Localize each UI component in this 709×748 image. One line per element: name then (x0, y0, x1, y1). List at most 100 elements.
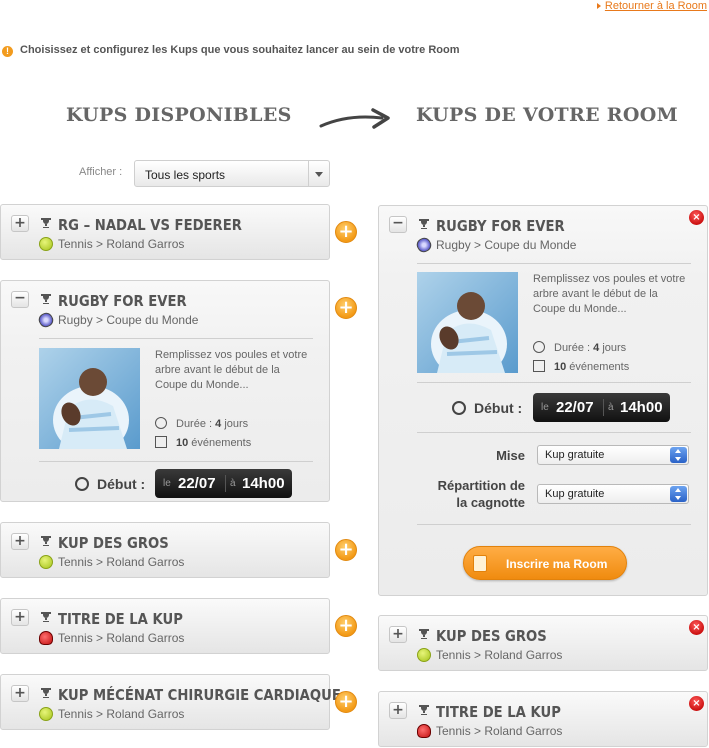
kup-title: RG – NADAL VS FEDERER (58, 216, 242, 234)
kup-title: KUP MÉCÉNAT CHIRURGIE CARDIAQUE (58, 686, 341, 704)
expand-button[interactable]: + (389, 702, 407, 719)
info-icon: ! (2, 46, 13, 57)
kup-events: 10 événements (155, 436, 251, 449)
kup-title: KUP DES GROS (58, 534, 169, 552)
available-kup-item[interactable]: + KUP MÉCÉNAT CHIRURGIE CARDIAQUE Tennis… (0, 674, 341, 730)
repartition-label: Répartition de la cagnotte (437, 478, 525, 510)
remove-kup-button[interactable]: × (689, 210, 704, 225)
available-kup-item[interactable]: + TITRE DE LA KUP Tennis > Roland Garros (0, 598, 330, 654)
tennis-ball-icon (39, 707, 53, 721)
room-kups-title: KUPS DE VOTRE ROOM (416, 104, 678, 126)
trophy-icon (41, 612, 51, 622)
play-icon (533, 360, 545, 372)
info-message: ! Choisissez et configurez les Kups que v… (2, 44, 460, 57)
kup-sport: Tennis > Roland Garros (39, 631, 184, 645)
available-kup-item[interactable]: + KUP DES GROS Tennis > Roland Garros (0, 522, 330, 578)
mise-select[interactable]: Kup gratuite (537, 445, 689, 465)
play-icon (155, 436, 167, 448)
tennis-ball-icon (417, 648, 431, 662)
room-kup-item[interactable]: + TITRE DE LA KUP Tennis > Roland Garros… (378, 691, 708, 747)
clock-icon (533, 341, 545, 353)
tennis-ball-icon (39, 555, 53, 569)
kup-title: TITRE DE LA KUP (436, 703, 561, 721)
kup-title: RUGBY FOR EVER (58, 292, 187, 310)
form-icon (473, 555, 487, 572)
filter-label: Afficher : (79, 166, 123, 178)
stopwatch-icon (452, 401, 466, 415)
kup-duration: Durée : 4 jours (155, 417, 248, 430)
start-date-display: le 22/07 à 14h00 (155, 469, 292, 498)
kup-sport: Rugby > Coupe du Monde (36, 310, 198, 330)
mise-label: Mise (496, 448, 525, 463)
select-arrows-icon (670, 447, 687, 463)
helmet-icon (417, 724, 431, 738)
room-kup-item-expanded: − RUGBY FOR EVER Rugby > Coupe du Monde … (378, 205, 708, 596)
start-label: Début : (452, 400, 522, 416)
kup-description: Remplissez vos poules et votre arbre ava… (155, 349, 308, 391)
trophy-icon (419, 705, 429, 715)
kup-title: TITRE DE LA KUP (58, 610, 183, 628)
available-kup-item[interactable]: + RG – NADAL VS FEDERER Tennis > Roland … (0, 204, 330, 260)
collapse-button[interactable]: − (11, 291, 29, 308)
divider (39, 461, 313, 462)
divider (417, 432, 691, 433)
trophy-icon (41, 294, 51, 304)
divider (417, 382, 691, 383)
tennis-ball-icon (39, 237, 53, 251)
kup-image (39, 348, 140, 449)
kup-title: RUGBY FOR EVER (436, 217, 565, 235)
expand-button[interactable]: + (11, 685, 29, 702)
divider (39, 338, 313, 339)
kup-title: KUP DES GROS (436, 627, 547, 645)
rugby-player-image (53, 368, 129, 449)
helmet-icon (39, 631, 53, 645)
trophy-icon (41, 536, 51, 546)
expand-button[interactable]: + (11, 215, 29, 232)
add-kup-button[interactable]: + (335, 691, 357, 713)
rugby-player-image (431, 292, 507, 373)
collapse-button[interactable]: − (389, 216, 407, 233)
arrow-right-icon (319, 108, 390, 129)
expand-button[interactable]: + (11, 533, 29, 550)
expand-button[interactable]: + (389, 626, 407, 643)
info-text: Choisissez et configurez les Kups que vo… (20, 44, 460, 56)
add-kup-button[interactable]: + (335, 615, 357, 637)
repartition-select[interactable]: Kup gratuite (537, 484, 689, 504)
kup-sport: Tennis > Roland Garros (39, 707, 184, 721)
return-to-room-link[interactable]: Retourner à la Room (596, 0, 707, 12)
rugby-ball-icon (414, 235, 434, 255)
kup-sport: Tennis > Roland Garros (39, 555, 184, 569)
start-date-display: le 22/07 à 14h00 (533, 393, 670, 422)
available-kup-item-expanded: − RUGBY FOR EVER Rugby > Coupe du Monde … (0, 280, 330, 502)
register-room-button[interactable]: Inscrire ma Room (463, 546, 627, 580)
kup-duration: Durée : 4 jours (533, 341, 626, 354)
kup-description: Remplissez vos poules et votre arbre ava… (533, 273, 686, 315)
chevron-down-icon (308, 161, 329, 186)
add-kup-button[interactable]: + (335, 221, 357, 243)
add-kup-button[interactable]: + (335, 297, 357, 319)
expand-button[interactable]: + (11, 609, 29, 626)
clock-icon (155, 417, 167, 429)
remove-kup-button[interactable]: × (689, 696, 704, 711)
trophy-icon (419, 629, 429, 639)
kup-sport: Tennis > Roland Garros (417, 724, 562, 738)
rugby-ball-icon (36, 310, 56, 330)
trophy-icon (41, 218, 51, 228)
kup-image (417, 272, 518, 373)
remove-kup-button[interactable]: × (689, 620, 704, 635)
stopwatch-icon (75, 477, 89, 491)
divider (417, 524, 691, 525)
sport-filter-select[interactable]: Tous les sports (134, 160, 330, 187)
kup-sport: Tennis > Roland Garros (417, 648, 562, 662)
kup-sport: Tennis > Roland Garros (39, 237, 184, 251)
kup-sport: Rugby > Coupe du Monde (414, 235, 576, 255)
trophy-icon (41, 688, 51, 698)
room-kup-item[interactable]: + KUP DES GROS Tennis > Roland Garros × (378, 615, 708, 671)
available-kups-title: KUPS DISPONIBLES (66, 104, 292, 126)
add-kup-button[interactable]: + (335, 539, 357, 561)
kup-events: 10 événements (533, 360, 629, 373)
start-label: Début : (75, 476, 145, 492)
divider (417, 263, 691, 264)
select-arrows-icon (670, 486, 687, 502)
trophy-icon (419, 219, 429, 229)
